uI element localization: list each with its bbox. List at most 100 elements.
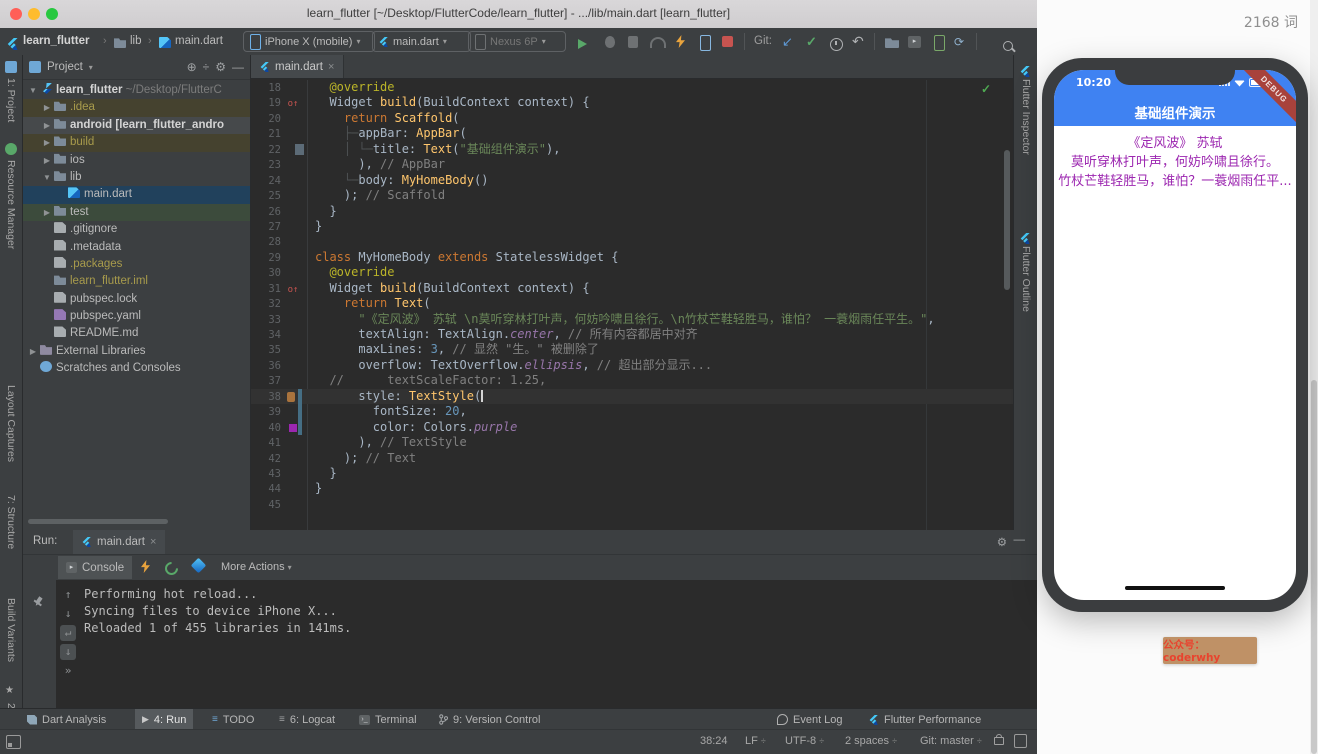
run-tab-main-dart[interactable]: main.dart ×	[73, 530, 166, 554]
page-scrollbar-thumb[interactable]	[1311, 380, 1317, 754]
tree-item[interactable]: pubspec.yaml	[23, 308, 250, 325]
hide-run-panel-icon[interactable]: —	[1014, 534, 1026, 546]
code-line[interactable]: 32 return Text(	[251, 296, 1013, 311]
tree-arrow-icon[interactable]: ▶	[41, 134, 53, 151]
tree-arrow-icon[interactable]: ▶	[27, 343, 39, 360]
tree-item[interactable]: ▶ External Libraries	[23, 343, 250, 360]
tree-item[interactable]: ▶ test	[23, 203, 250, 222]
profiler-button[interactable]	[650, 37, 666, 48]
git-branch-selector[interactable]: Git: master ÷	[920, 735, 982, 747]
hide-panel-icon[interactable]: —	[232, 60, 244, 74]
code-line[interactable]: 19 o↑ Widget build(BuildContext context) …	[251, 95, 1013, 110]
run-anything-icon[interactable]: ▸	[908, 36, 921, 48]
code-line[interactable]: 40 color: Colors.purple	[251, 419, 1013, 436]
collapse-all-icon[interactable]: ÷	[203, 60, 210, 74]
settings-gear-icon[interactable]: ⚙	[215, 60, 226, 74]
code-line[interactable]: 25 ); // Scaffold	[251, 188, 1013, 203]
tree-arrow-icon[interactable]: ▼	[41, 169, 53, 186]
page-scrollbar-track[interactable]	[1310, 0, 1318, 754]
code-line[interactable]: 34 textAlign: TextAlign.center, // 所有内容都…	[251, 327, 1013, 342]
tree-item[interactable]: learn_flutter.iml	[23, 273, 250, 290]
code-line[interactable]: 24 └─body: MyHomeBody()	[251, 173, 1013, 188]
code-line[interactable]: 35 maxLines: 3, // 显然 "生。" 被删除了	[251, 342, 1013, 357]
debug-button[interactable]	[605, 36, 615, 48]
tree-arrow-icon[interactable]: ▶	[41, 204, 53, 221]
device-manager-icon[interactable]	[934, 35, 945, 51]
search-everywhere-icon[interactable]	[1003, 41, 1014, 51]
toolwindow-tab-project[interactable]: 1: Project	[5, 78, 17, 122]
tree-item[interactable]: README.md	[23, 325, 250, 342]
soft-wrap-icon[interactable]: ↵	[60, 625, 76, 641]
tree-arrow-icon[interactable]: ▶	[41, 99, 53, 116]
code-line[interactable]: 33 "《定风波》 苏轼 \n莫听穿林打叶声，何妨吟啸且徐行。\n竹杖芒鞋轻胜马…	[251, 312, 1013, 327]
toolwindow-tab-flutter-inspector[interactable]: Flutter Inspector	[1020, 79, 1032, 155]
run-settings-gear-icon[interactable]: ⚙	[997, 535, 1007, 549]
code-line[interactable]: 43 }	[251, 466, 1013, 481]
toolwindow-toggle-icon[interactable]	[6, 735, 21, 749]
scroll-to-end-icon[interactable]: ↓	[60, 644, 76, 660]
code-line[interactable]: 42 ); // Text	[251, 451, 1013, 466]
git-update-button[interactable]: ↙	[782, 34, 793, 50]
toolwindow-tab-layout-captures[interactable]: Layout Captures	[5, 385, 17, 462]
breadcrumb-project[interactable]: learn_flutter	[23, 35, 89, 47]
tree-arrow-icon[interactable]: ▶	[41, 117, 53, 134]
pin-icon[interactable]	[32, 595, 46, 609]
dnd-columns-icon[interactable]	[1014, 734, 1027, 748]
toolwindow-tab-build-variants[interactable]: Build Variants	[5, 598, 17, 662]
close-tab-icon[interactable]: ×	[328, 61, 334, 73]
tree-arrow-icon[interactable]: ▼	[27, 82, 39, 99]
project-panel-title[interactable]: Project	[47, 61, 83, 73]
console-tab[interactable]: ▸ Console	[58, 556, 133, 579]
tree-item[interactable]: .packages	[23, 256, 250, 273]
tree-item[interactable]: .gitignore	[23, 221, 250, 238]
toolwindow-version-control[interactable]: 9: Version Control	[432, 709, 547, 730]
hot-reload-icon[interactable]	[141, 560, 150, 573]
hot-reload-button[interactable]	[676, 35, 685, 48]
code-line[interactable]: 29 class MyHomeBody extends StatelessWidg…	[251, 250, 1013, 265]
line-ending-selector[interactable]: LF ÷	[745, 735, 766, 747]
hot-restart-icon[interactable]	[162, 559, 181, 578]
code-line[interactable]: 38 style: TextStyle(	[251, 388, 1013, 405]
tree-item[interactable]: pubspec.lock	[23, 291, 250, 308]
encoding-selector[interactable]: UTF-8 ÷	[785, 735, 824, 747]
code-line[interactable]: 36 overflow: TextOverflow.ellipsis, // 超…	[251, 358, 1013, 373]
scroll-up-icon[interactable]: ↑	[60, 587, 76, 603]
code-line[interactable]: 30 @override	[251, 265, 1013, 280]
editor-tab-main-dart[interactable]: main.dart ×	[251, 55, 345, 78]
code-line[interactable]: 37 // textScaleFactor: 1.25,	[251, 373, 1013, 388]
toolwindow-tab-flutter-outline[interactable]: Flutter Outline	[1020, 246, 1032, 312]
breadcrumb-lib[interactable]: lib	[130, 35, 142, 47]
code-line[interactable]: 44}	[251, 481, 1013, 496]
more-icons-chevrons[interactable]: »	[60, 663, 76, 679]
more-actions-dropdown[interactable]: More Actions ▾	[221, 561, 292, 573]
code-line[interactable]: 31 o↑ Widget build(BuildContext context) …	[251, 281, 1013, 296]
toolwindow-run[interactable]: ▶ 4: Run	[135, 709, 194, 730]
close-tab-icon[interactable]: ×	[150, 536, 156, 548]
home-indicator[interactable]	[1125, 586, 1225, 590]
git-commit-button[interactable]: ✓	[806, 34, 817, 50]
attach-debugger-button[interactable]	[628, 36, 638, 48]
code-line[interactable]: 26 }	[251, 204, 1013, 219]
toolwindow-dart-analysis[interactable]: Dart Analysis	[20, 709, 113, 730]
hot-restart-button[interactable]	[700, 35, 711, 51]
run-button[interactable]	[578, 36, 587, 54]
code-line[interactable]: 22 │ └─title: Text("基础组件演示"),	[251, 142, 1013, 157]
inspections-ok-icon[interactable]: ✓	[981, 82, 991, 96]
sync-icon[interactable]: ⟳	[954, 35, 964, 49]
sdk-manager-icon[interactable]	[885, 38, 899, 48]
tree-item[interactable]: ▼ lib	[23, 169, 250, 186]
locate-file-icon[interactable]: ⊕	[187, 60, 197, 74]
code-line[interactable]: 23 ), // AppBar	[251, 157, 1013, 172]
toolwindow-terminal[interactable]: ›_ Terminal	[352, 709, 424, 730]
project-horizontal-scrollbar[interactable]	[28, 519, 168, 524]
git-history-button[interactable]	[830, 38, 843, 51]
toolwindow-logcat[interactable]: ≡ 6: Logcat	[272, 709, 342, 730]
toolwindow-event-log[interactable]: Event Log	[770, 709, 850, 730]
scroll-down-icon[interactable]: ↓	[60, 606, 76, 622]
indent-selector[interactable]: 2 spaces ÷	[845, 735, 897, 747]
tree-item[interactable]: .metadata	[23, 239, 250, 256]
toolwindow-flutter-performance[interactable]: Flutter Performance	[862, 709, 988, 730]
color-preview-swatch[interactable]	[289, 423, 297, 432]
run-config-dropdown[interactable]: main.dart ▾	[372, 31, 471, 52]
stop-button[interactable]	[722, 36, 733, 47]
